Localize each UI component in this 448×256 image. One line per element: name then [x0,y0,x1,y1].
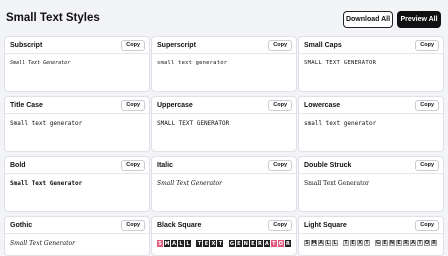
letter-tile: L [325,240,331,246]
letter-tile: A [318,240,324,246]
letter-tile: M [311,240,317,246]
page-title: Small Text Styles [6,12,100,24]
letter-tile: X [357,240,363,246]
card-title: Uppercase [157,101,193,109]
copy-button[interactable]: Copy [268,99,292,111]
card-title: Black Square [157,221,202,229]
copy-button[interactable]: Copy [121,159,145,171]
letter-tile: O [424,240,430,246]
style-sample: small text generator [157,60,228,66]
letter-tile: R [256,240,263,247]
copy-button[interactable]: Copy [415,99,439,111]
letter-tile: R [403,240,409,246]
style-sample: SMALLTEXTGENERATOR [152,234,296,247]
letter-tile: O [277,240,284,247]
letter-tile: L [332,240,338,246]
copy-button[interactable]: Copy [415,39,439,51]
card-title: Small Caps [304,41,342,49]
copy-button[interactable]: Copy [415,219,439,231]
letter-tile: T [217,240,224,247]
style-card-italic: Italic Copy Small Text Generator [151,156,297,212]
letter-tile: R [284,240,291,247]
style-sample: small text generator [304,120,377,127]
letter-tile: N [242,240,249,247]
card-title: Light Square [304,221,347,229]
copy-button[interactable]: Copy [121,219,145,231]
style-card-black-square: Black Square Copy SMALLTEXTGENERATOR [151,216,297,256]
letter-tile: G [228,240,235,247]
letter-tile: E [203,240,210,247]
style-sample: Small Text Generator [157,180,223,187]
style-sample: Small text generator [10,120,83,127]
card-title: Title Case [10,101,43,109]
letter-tile: T [364,240,370,246]
letter-tile: A [410,240,416,246]
letter-tile: G [375,240,381,246]
style-sample: Small Text Generator [304,180,370,187]
style-card-small-caps: Small Caps Copy SMALL TEXT GENERATOR [298,36,444,92]
letter-tile: S [304,240,310,246]
style-card-light-square: Light Square Copy SMALLTEXTGENERATOR [298,216,444,256]
preview-all-button[interactable]: Preview All [397,11,441,28]
style-sample: SMALLTEXTGENERATOR [299,234,443,246]
style-card-superscript: Superscript Copy small text generator [151,36,297,92]
letter-tile: T [417,240,423,246]
letter-tile: T [196,240,203,247]
letter-tile: E [235,240,242,247]
card-title: Gothic [10,221,33,229]
letter-tile: E [396,240,402,246]
letter-tile: T [343,240,349,246]
style-sample: SMALL TEXT GENERATOR [304,60,377,66]
letter-tile: S [157,240,163,247]
style-card-title-case: Title Case Copy Small text generator [4,96,150,152]
style-card-uppercase: Uppercase Copy SMALL TEXT GENERATOR [151,96,297,152]
style-card-bold: Bold Copy Small Text Generator [4,156,150,212]
style-card-lowercase: Lowercase Copy small text generator [298,96,444,152]
letter-tile: E [382,240,388,246]
style-sample: Small Text Generator [10,180,83,187]
letter-tile: A [263,240,270,247]
card-title: Superscript [157,41,196,49]
style-card-double-struck: Double Struck Copy Small Text Generator [298,156,444,212]
letter-tile: N [389,240,395,246]
letter-tile: E [249,240,256,247]
card-title: Subscript [10,41,43,49]
copy-button[interactable]: Copy [415,159,439,171]
letter-tile [224,240,227,247]
style-sample: Small Text Generator [10,60,71,66]
download-all-button[interactable]: Download All [343,11,393,28]
letter-tile: M [164,240,170,247]
copy-button[interactable]: Copy [121,39,145,51]
letter-tile [339,240,342,246]
copy-button[interactable]: Copy [268,39,292,51]
letter-tile: L [185,240,191,247]
letter-tile: R [431,240,437,246]
letter-tile: L [178,240,184,247]
style-sample: Small Text Generator [10,240,76,247]
card-title: Double Struck [304,161,352,169]
style-card-subscript: Subscript Copy Small Text Generator [4,36,150,92]
letter-tile [371,240,374,246]
style-sample: SMALL TEXT GENERATOR [157,120,230,127]
letter-tile [192,240,195,247]
letter-tile: X [210,240,217,247]
copy-button[interactable]: Copy [121,99,145,111]
card-title: Lowercase [304,101,341,109]
header: Small Text Styles Download All Preview A… [0,0,448,36]
style-card-gothic: Gothic Copy Small Text Generator [4,216,150,256]
letter-tile: A [171,240,177,247]
card-title: Bold [10,161,26,169]
letter-tile: E [350,240,356,246]
page: Small Text Styles Download All Preview A… [0,0,448,256]
card-title: Italic [157,161,173,169]
letter-tile: T [270,240,277,247]
copy-button[interactable]: Copy [268,219,292,231]
copy-button[interactable]: Copy [268,159,292,171]
